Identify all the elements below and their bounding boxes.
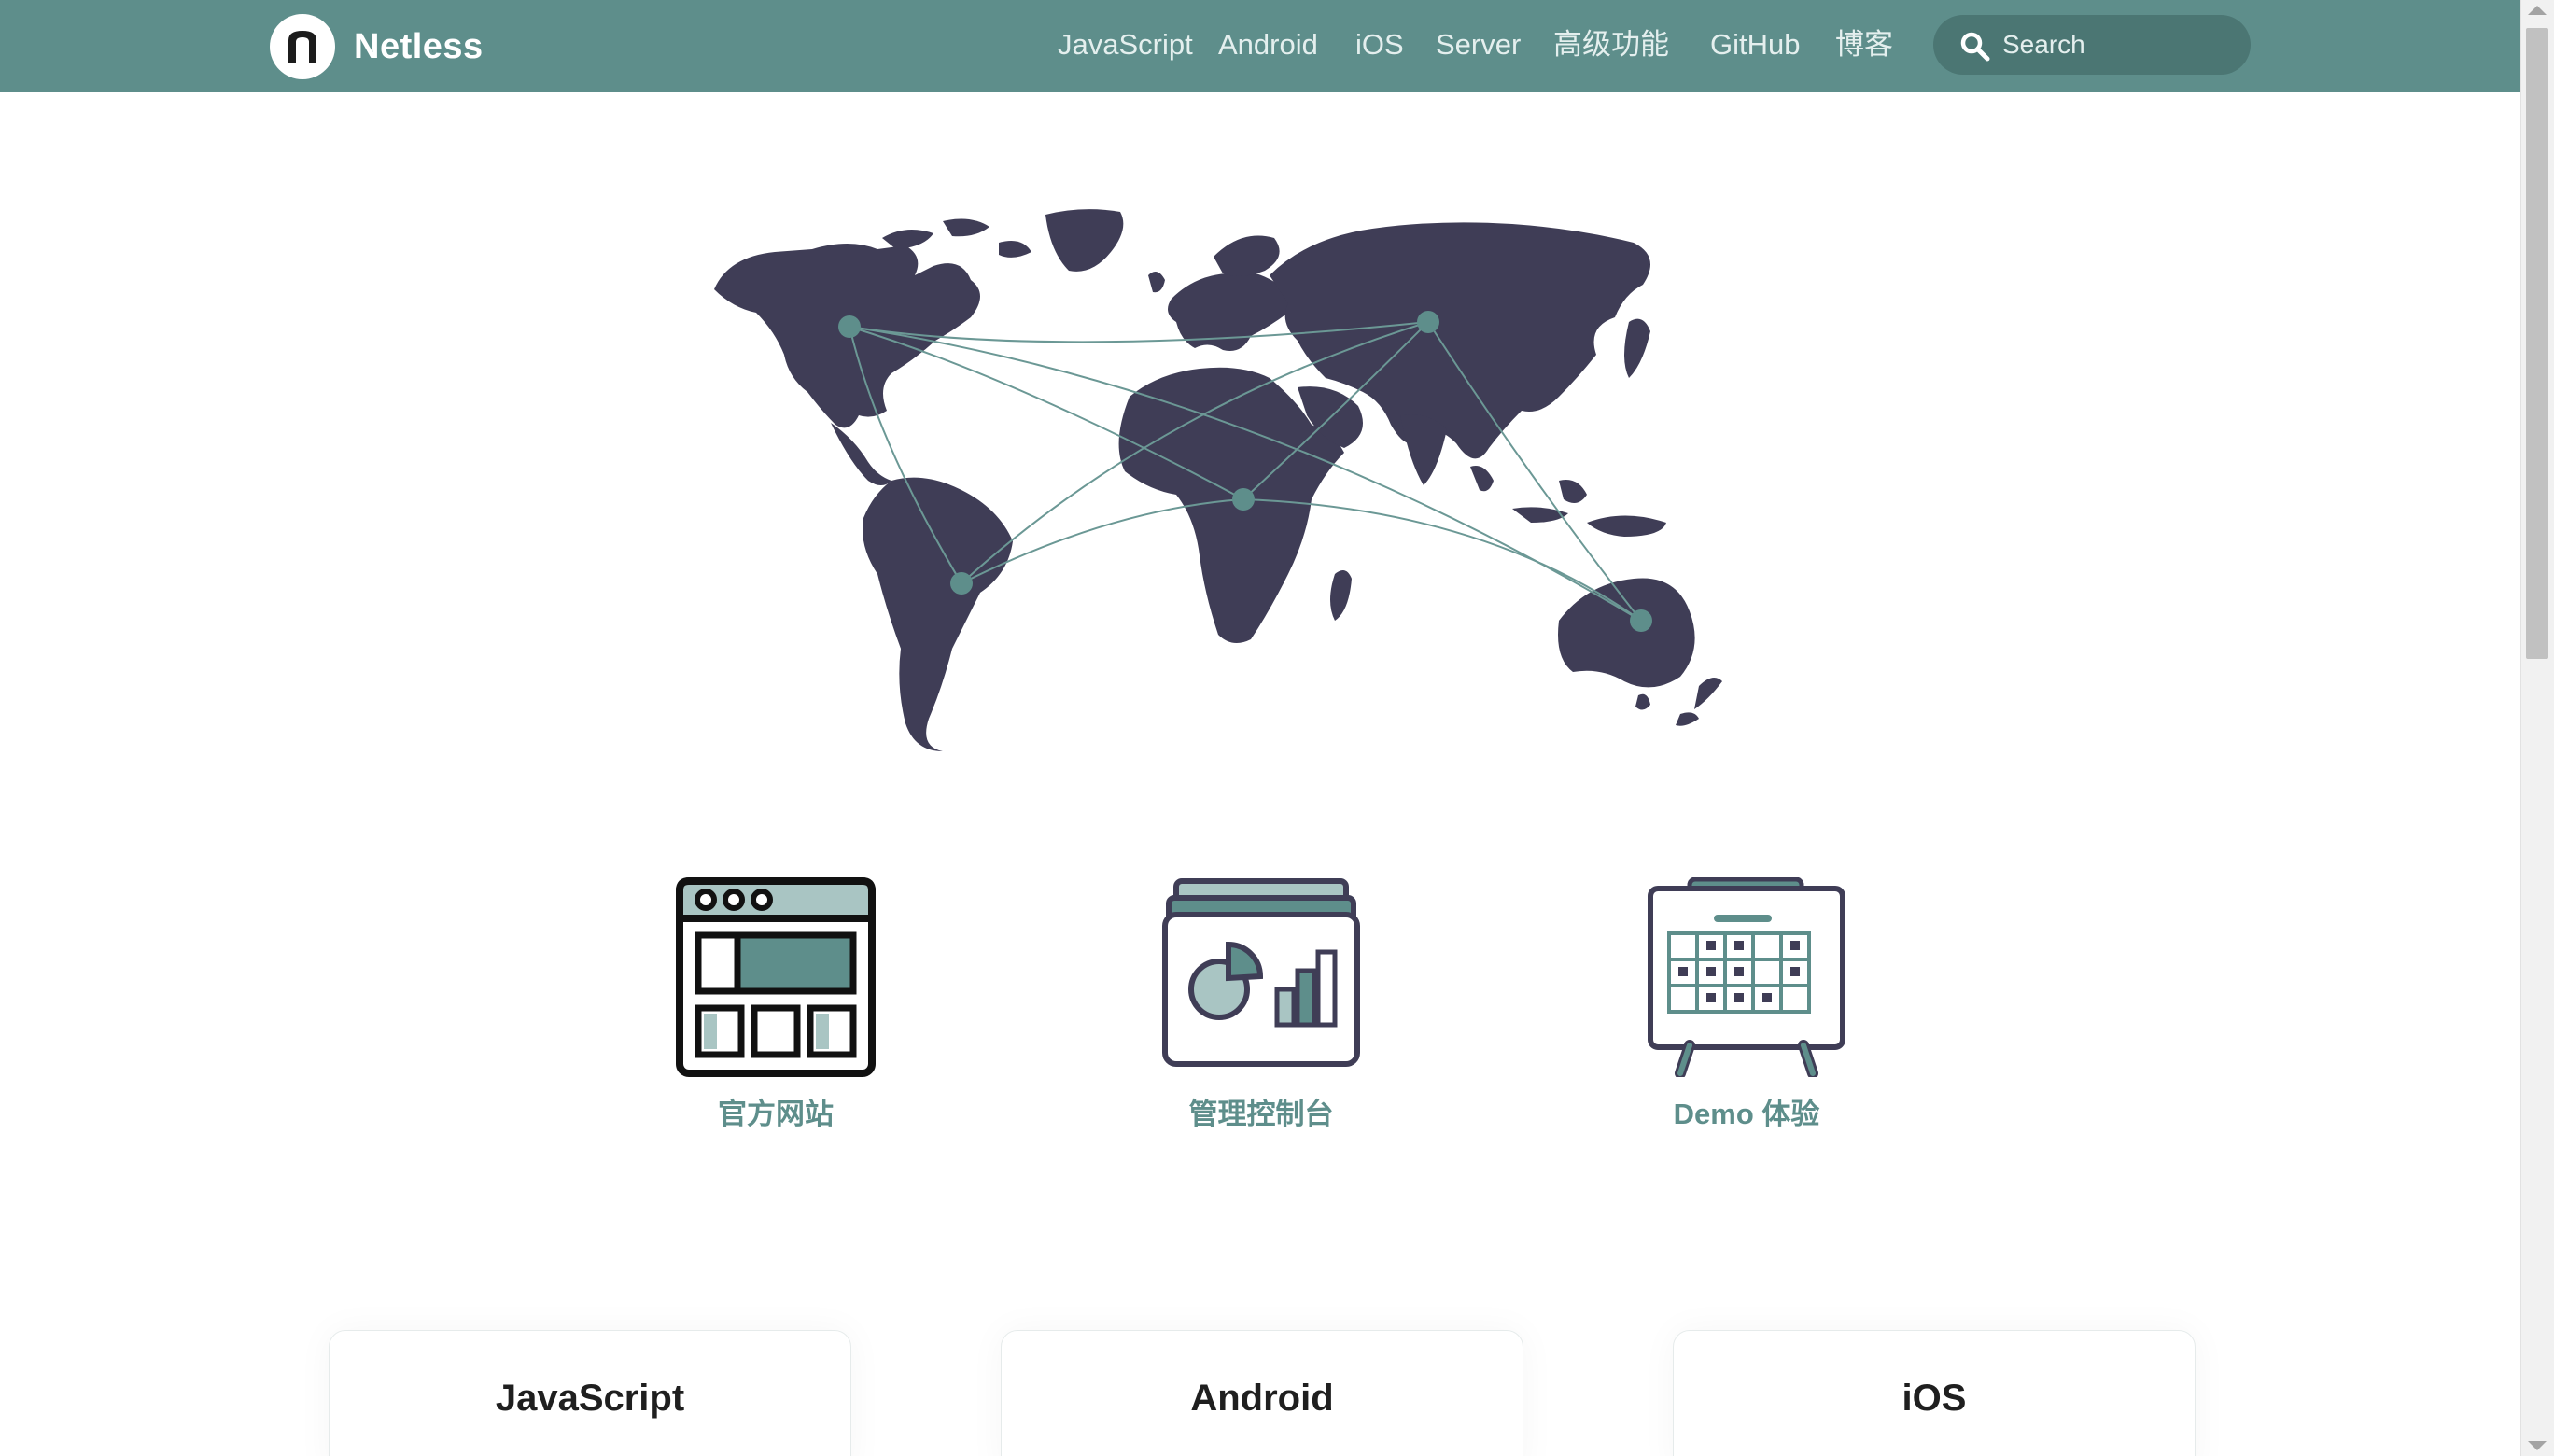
nav-link-github[interactable]: GitHub [1710,25,1800,64]
scroll-down-arrow-icon[interactable] [2528,1441,2547,1450]
netless-logo-icon [270,14,335,79]
feature-demo[interactable]: Demo 体验 [1616,877,1877,1132]
feature-label: 管理控制台 [1188,1098,1334,1130]
search-input[interactable] [2002,22,2236,67]
nav-link-javascript[interactable]: JavaScript [1058,25,1193,64]
calendar-board-icon [1648,877,1845,1077]
nav-link-android[interactable]: Android [1218,25,1318,64]
top-navbar: Netless JavaScript Android iOS Server 高级… [0,0,2520,92]
nav-link-blog[interactable]: 博客 [1835,25,1893,64]
feature-label: Demo 体验 [1673,1098,1820,1130]
scroll-up-arrow-icon[interactable] [2528,6,2547,15]
scrollbar-thumb[interactable] [2526,28,2548,659]
nav-link-server[interactable]: Server [1436,25,1521,64]
platform-card-android[interactable]: Android [1001,1330,1523,1456]
dashboard-chart-icon [1162,878,1360,1067]
world-map-illustration [714,209,1722,751]
search-icon [1960,32,1990,62]
card-title: JavaScript [495,1378,685,1419]
nav-link-ios[interactable]: iOS [1355,25,1404,64]
feature-admin-console[interactable]: 管理控制台 [1130,877,1392,1132]
platform-card-javascript[interactable]: JavaScript [329,1330,851,1456]
brand-logo-link[interactable]: Netless [270,14,484,79]
card-title: Android [1190,1378,1334,1419]
card-title: iOS [1901,1378,1967,1419]
feature-label: 官方网站 [718,1098,834,1130]
search-box [1933,15,2251,75]
feature-official-site[interactable]: 官方网站 [645,877,906,1132]
browser-window-icon [676,877,876,1077]
brand-name: Netless [354,26,484,66]
nav-link-advanced[interactable]: 高级功能 [1553,25,1669,64]
platform-card-ios[interactable]: iOS [1673,1330,2196,1456]
